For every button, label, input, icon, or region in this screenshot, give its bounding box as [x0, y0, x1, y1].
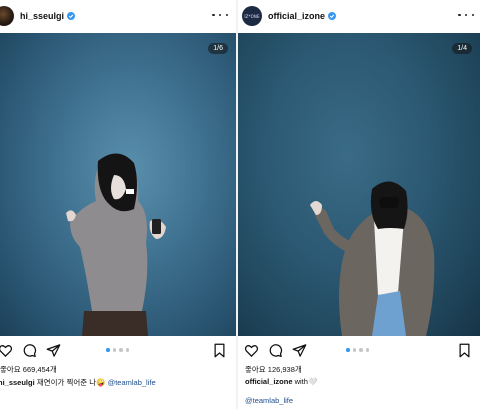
photo-figure-illustration — [310, 181, 435, 336]
carousel-dot-active — [106, 348, 110, 352]
heart-icon[interactable] — [244, 343, 259, 358]
share-icon[interactable] — [46, 343, 61, 358]
avatar[interactable]: IZ*ONE — [242, 6, 262, 26]
username[interactable]: hi_sseulgi — [20, 11, 64, 21]
post-left: hi_sseulgi 1/6 좋아요 669,454개 hi_sseulgi 재… — [0, 0, 236, 409]
likes-count[interactable]: 좋아요 669,454개 — [0, 364, 57, 375]
carousel-dot — [125, 348, 129, 352]
caption-emoji: 🤍 — [307, 377, 318, 386]
caption: hi_sseulgi 재연이가 찍어준 나🤪 @teamlab_life — [0, 377, 156, 388]
comment-icon[interactable] — [268, 343, 283, 358]
bookmark-icon[interactable] — [457, 343, 472, 358]
image-counter: 1/6 — [208, 43, 228, 54]
caption-mention-link[interactable]: @teamlab_life — [108, 378, 156, 387]
username[interactable]: official_izone — [268, 11, 325, 21]
carousel-dot — [359, 348, 363, 352]
caption-username[interactable]: official_izone — [245, 377, 293, 386]
caption: official_izone with🤍 — [245, 377, 317, 386]
caption-text: with — [292, 377, 308, 386]
carousel-dot-active — [346, 348, 350, 352]
carousel-dot — [352, 348, 356, 352]
photo-figure-illustration — [66, 153, 166, 336]
carousel-dot — [119, 348, 123, 352]
heart-icon[interactable] — [0, 343, 13, 358]
verified-icon — [328, 12, 337, 20]
avatar-logo-text: IZ*ONE — [244, 13, 260, 19]
post-header: hi_sseulgi — [0, 0, 236, 32]
bookmark-icon[interactable] — [212, 343, 227, 358]
more-options-button[interactable] — [212, 9, 228, 21]
post-header: IZ*ONE official_izone — [238, 0, 480, 32]
carousel-indicator — [346, 348, 369, 352]
share-icon[interactable] — [292, 343, 307, 358]
caption-emoji: 🤪 — [96, 378, 106, 387]
caption-mention-link[interactable]: @teamlab_life — [245, 396, 293, 405]
post-photo[interactable]: 1/6 — [0, 33, 236, 336]
likes-count[interactable]: 좋아요 126,938개 — [245, 364, 302, 375]
carousel-indicator — [106, 348, 129, 352]
more-options-button[interactable] — [458, 9, 474, 21]
post-right: IZ*ONE official_izone 1/4 좋아요 126,938개 o… — [238, 0, 480, 409]
avatar[interactable] — [0, 6, 14, 26]
carousel-dot — [365, 348, 369, 352]
comment-icon[interactable] — [22, 343, 37, 358]
caption-username[interactable]: hi_sseulgi — [0, 378, 35, 387]
caption-text: 재연이가 찍어준 나 — [34, 378, 97, 387]
verified-icon — [67, 12, 76, 20]
carousel-dot — [112, 348, 116, 352]
image-counter: 1/4 — [452, 43, 472, 54]
post-photo[interactable]: 1/4 — [238, 33, 480, 336]
